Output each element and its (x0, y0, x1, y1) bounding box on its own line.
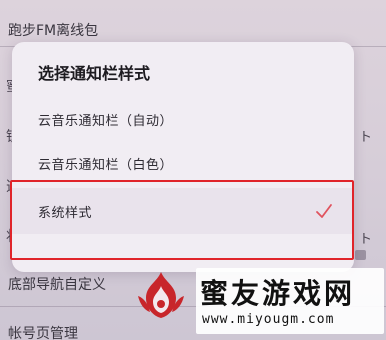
watermark: 蜜友游戏网 www.miyougm.com (130, 262, 386, 340)
watermark-name: 蜜友游戏网 (200, 277, 356, 310)
option-white[interactable]: 云音乐通知栏（白色） (12, 140, 354, 186)
settings-item-bottom-nav[interactable]: 底部导航自定义 (8, 274, 106, 294)
option-system[interactable]: 系统样式 (12, 188, 354, 234)
option-label: 系统样式 (38, 206, 93, 221)
settings-item-offline-package[interactable]: 跑步FM离线包 (8, 20, 98, 40)
option-auto[interactable]: 云音乐通知栏（自动） (12, 96, 354, 142)
partial-right-label: ト (358, 232, 372, 247)
watermark-url: www.miyougm.com (202, 312, 335, 327)
option-label: 云音乐通知栏（自动） (38, 114, 174, 129)
watermark-text-box: 蜜友游戏网 www.miyougm.com (196, 268, 384, 334)
dialog-title: 选择通知栏样式 (38, 64, 151, 83)
option-label: 云音乐通知栏（白色） (38, 158, 174, 173)
flame-logo-icon (138, 272, 184, 318)
toggle-knob[interactable] (355, 250, 366, 260)
notification-style-dialog: 选择通知栏样式 云音乐通知栏（自动） 云音乐通知栏（白色） 系统样式 (12, 42, 354, 272)
partial-right-label: ト (358, 130, 372, 145)
settings-item-account[interactable]: 帐号页管理 (8, 323, 78, 340)
checkmark-icon (316, 204, 332, 218)
